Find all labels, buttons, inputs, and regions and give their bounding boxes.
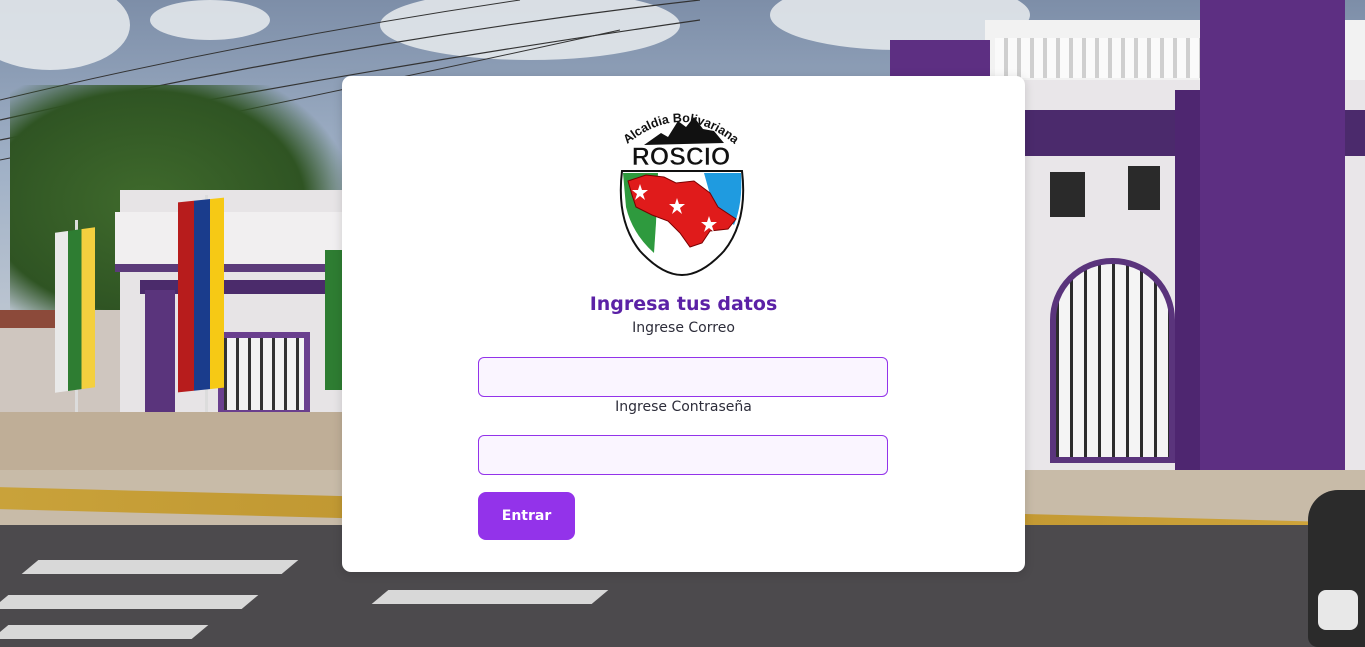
submit-button[interactable]: Entrar [478,492,575,540]
logo-name: ROSCIO [632,143,731,171]
password-label: Ingrese Contraseña [615,399,752,415]
roscio-logo: Alcaldia Bolivariana ROSCIO [619,111,745,277]
form-title: Ingresa tus datos [589,293,778,315]
password-input[interactable] [478,435,888,475]
email-input[interactable] [478,357,888,397]
email-label: Ingrese Correo [632,320,735,336]
